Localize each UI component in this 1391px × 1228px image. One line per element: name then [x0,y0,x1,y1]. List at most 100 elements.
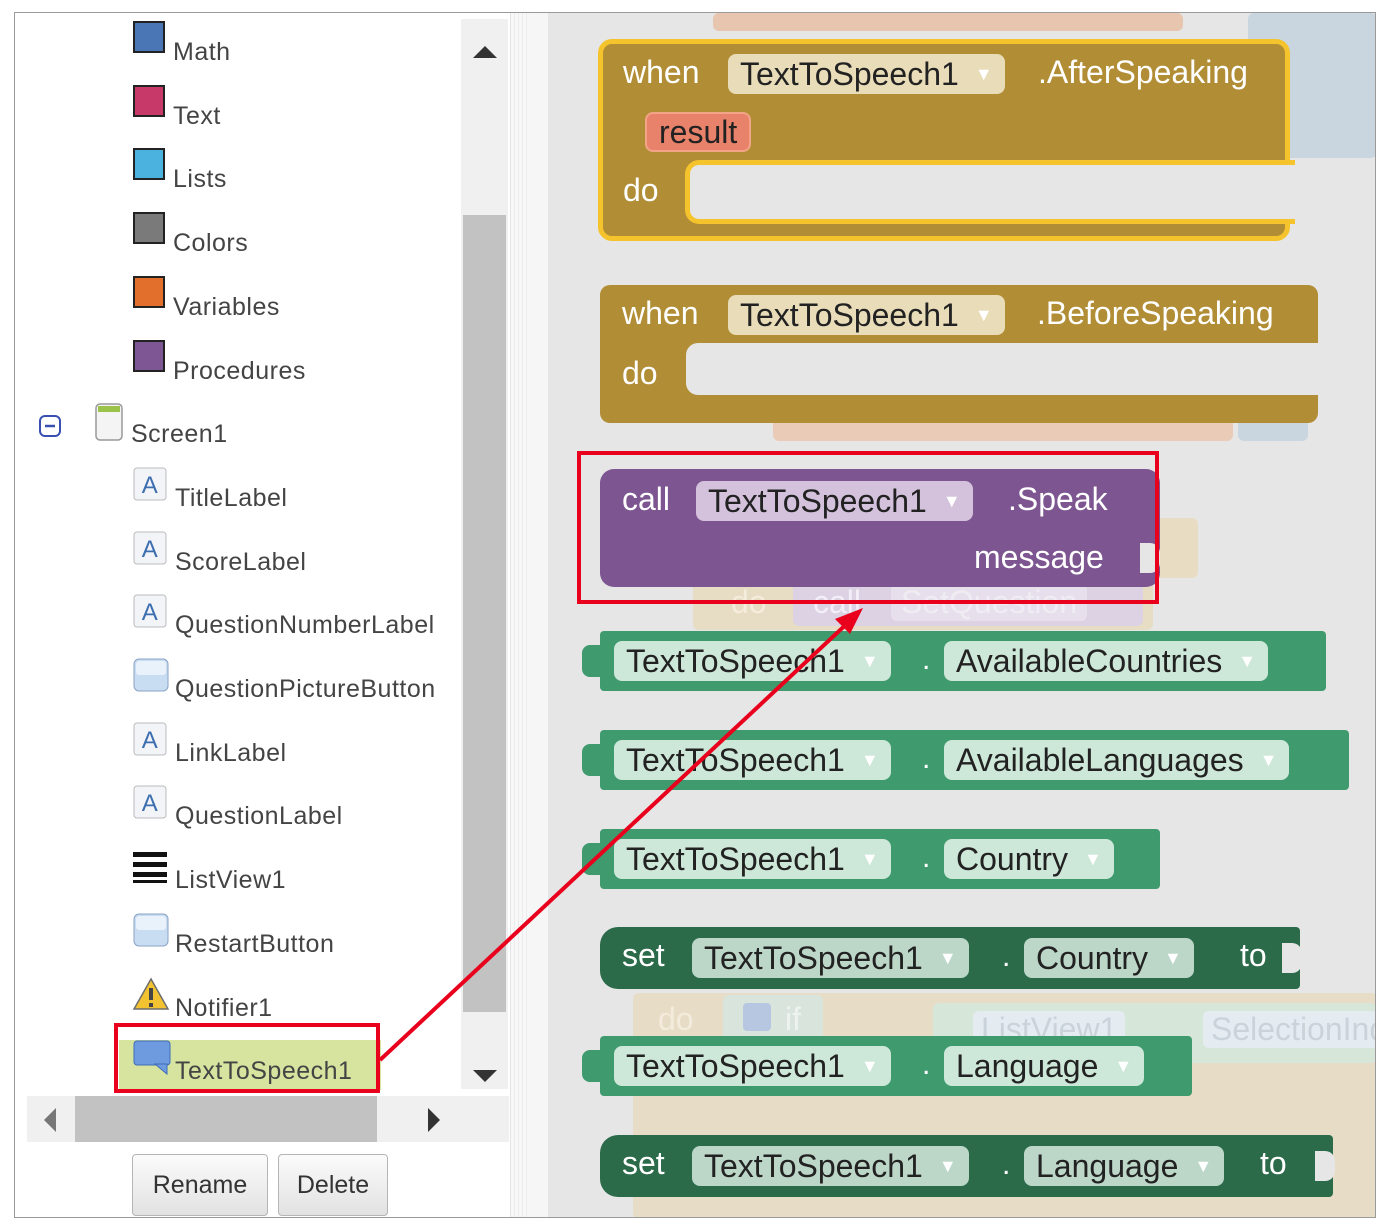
listview-icon [133,849,167,884]
button-icon [133,913,169,947]
screen-icon [95,403,123,441]
tree-item-notifier1[interactable]: Notifier1 [133,976,273,1027]
palette-item-label: Procedures [173,356,306,385]
palette-item-math[interactable]: Math [133,21,231,71]
input-socket[interactable] [1315,1151,1335,1181]
event-name: .AfterSpeaking [1038,54,1248,90]
tree-item-restartbutton[interactable]: RestartButton [133,913,334,963]
ghost-if-label: if [785,1001,801,1037]
panel-divider[interactable] [510,13,551,1217]
property-dropdown[interactable]: AvailableCountries ▼ [944,641,1269,681]
palette-item-procedures[interactable]: Procedures [133,339,306,390]
param-result[interactable]: result [645,112,752,152]
tree-item-label: ScoreLabel [175,547,307,576]
event-block-before-speaking[interactable]: when TextToSpeech1 ▼ .BeforeSpeaking do [600,285,1318,423]
component-dropdown[interactable]: TextToSpeech1 ▼ [728,295,1005,335]
palette-item-text[interactable]: Text [133,84,221,135]
vertical-scrollbar[interactable] [461,19,508,1089]
do-keyword: do [622,355,658,391]
tree-item-label: LinkLabel [175,738,287,767]
palette-item-variables[interactable]: Variables [133,275,280,326]
component-dropdown[interactable]: TextToSpeech1 ▼ [614,641,891,681]
dot-separator: . [922,742,931,775]
setter-block-language[interactable]: set TextToSpeech1 ▼. Language ▼ to [600,1135,1335,1197]
ghost-selection: SelectionIndex [1203,1011,1375,1048]
tree-item-label: TitleLabel [175,483,288,512]
dropdown-arrow-icon: ▼ [860,848,879,869]
svg-text:A: A [142,790,159,817]
text-swatch-icon [133,84,165,117]
button-icon [133,658,169,692]
tree-item-screen1[interactable]: Screen1 [39,403,228,453]
dropdown-arrow-icon: ▼ [938,1155,957,1176]
ghost-block [713,13,1183,31]
rename-button[interactable]: Rename [132,1154,268,1216]
highlight-box-palette [114,1023,380,1093]
horizontal-scrollbar-thumb[interactable] [75,1096,377,1142]
getter-block-availablecountries[interactable]: TextToSpeech1 ▼. AvailableCountries ▼ [582,631,1326,691]
component-dropdown[interactable]: TextToSpeech1 ▼ [692,1146,969,1186]
output-plug [582,843,600,875]
property-dropdown[interactable]: AvailableLanguages ▼ [944,740,1290,780]
dot-separator: . [922,1048,931,1081]
palette-item-label: Lists [173,165,227,194]
horizontal-scrollbar[interactable] [27,1096,509,1142]
component-dropdown[interactable]: TextToSpeech1 ▼ [692,938,969,978]
tree-item-linklabel[interactable]: A LinkLabel [133,722,287,772]
component-dropdown[interactable]: TextToSpeech1 ▼ [614,1046,891,1086]
tree-item-listview1[interactable]: ListView1 [133,849,286,899]
dot-separator: . [1002,940,1011,973]
dropdown-arrow-icon: ▼ [1164,947,1182,968]
component-dropdown[interactable]: TextToSpeech1 ▼ [728,54,1005,94]
do-keyword: do [623,172,659,208]
blocks-workspace[interactable]: do call SetQuestion do if ListView1 Sele… [548,13,1375,1217]
delete-button[interactable]: Delete [278,1154,388,1216]
dropdown-arrow-icon: ▼ [1114,1055,1133,1076]
property-dropdown[interactable]: Language ▼ [1024,1146,1225,1186]
tree-item-questionpicturebutton[interactable]: QuestionPictureButton [133,658,436,708]
label-icon: A [133,785,167,819]
do-statement-slot[interactable] [685,160,1295,224]
label-icon: A [133,722,167,756]
procedures-swatch-icon [133,339,165,372]
palette-item-label: Math [173,38,231,66]
math-swatch-icon [133,21,165,53]
svg-text:A: A [142,472,159,499]
do-statement-slot[interactable] [686,343,1318,395]
palette-item-lists[interactable]: Lists [133,148,227,198]
scroll-up-icon[interactable] [473,45,497,59]
scroll-down-icon[interactable] [473,1069,497,1083]
scroll-left-icon[interactable] [43,1108,57,1132]
dropdown-arrow-icon: ▼ [860,650,879,671]
scroll-right-icon[interactable] [427,1108,441,1132]
dot-separator: . [922,643,931,676]
dropdown-arrow-icon: ▼ [1259,749,1278,770]
tree-item-label: Notifier1 [175,993,273,1022]
getter-block-language[interactable]: TextToSpeech1 ▼. Language ▼ [582,1036,1192,1096]
warning-icon [133,976,169,1011]
dropdown-arrow-icon: ▼ [860,1055,879,1076]
getter-block-availablelanguages[interactable]: TextToSpeech1 ▼. AvailableLanguages ▼ [582,730,1349,790]
tree-item-label: ListView1 [175,866,287,895]
tree-item-label: Screen1 [131,420,228,449]
tree-item-questionlabel[interactable]: A QuestionLabel [133,785,343,835]
property-dropdown[interactable]: Country ▼ [944,839,1114,879]
input-socket[interactable] [1282,943,1302,973]
to-keyword: to [1240,937,1267,973]
dropdown-arrow-icon: ▼ [1238,650,1257,671]
palette-item-label: Variables [173,292,280,321]
property-dropdown[interactable]: Country ▼ [1024,938,1194,978]
event-block-after-speaking[interactable]: when TextToSpeech1 ▼ .AfterSpeaking resul… [598,39,1295,241]
getter-block-country[interactable]: TextToSpeech1 ▼. Country ▼ [582,829,1160,889]
label-icon: A [133,531,167,565]
tree-item-titlelabel[interactable]: A TitleLabel [133,467,287,517]
minus-square-icon[interactable] [39,415,61,438]
palette-item-colors[interactable]: Colors [133,212,248,262]
component-dropdown[interactable]: TextToSpeech1 ▼ [614,740,891,780]
vertical-scrollbar-thumb[interactable] [463,215,506,1012]
tree-item-questionnumberlabel[interactable]: A QuestionNumberLabel [133,594,435,644]
property-dropdown[interactable]: Language ▼ [944,1046,1145,1086]
component-dropdown[interactable]: TextToSpeech1 ▼ [614,839,891,879]
tree-item-scorelabel[interactable]: A ScoreLabel [133,531,306,581]
setter-block-country[interactable]: set TextToSpeech1 ▼. Country ▼ to [600,927,1302,989]
